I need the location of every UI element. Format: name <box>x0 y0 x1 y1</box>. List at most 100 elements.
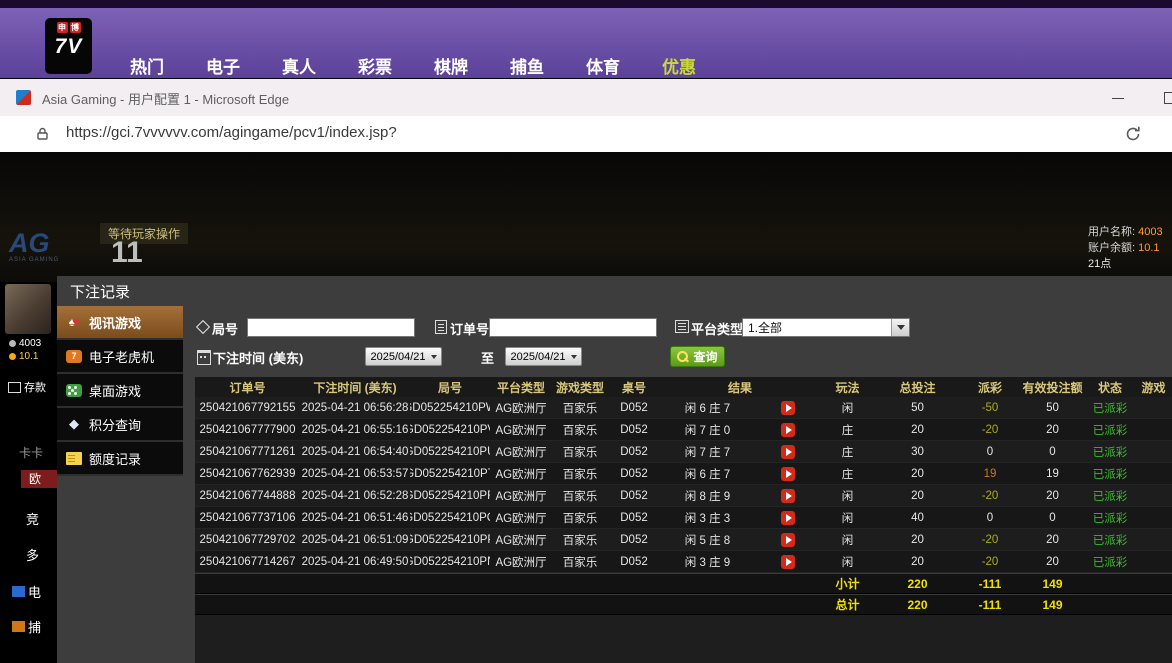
select-dropdown-arrow <box>891 319 909 336</box>
cell-result: 闲 6 庄 7 <box>660 400 755 416</box>
cell-round: GD052254210PV <box>410 424 490 436</box>
cell-table_no: D052 <box>608 556 660 568</box>
round-icon <box>196 320 210 334</box>
sidebar-item[interactable]: 桌面游戏 <box>57 374 183 408</box>
cell-time: 2025-04-21 06:49:50 <box>300 556 410 568</box>
rail-hall-tab[interactable]: 欧 <box>21 470 57 488</box>
nav-item[interactable]: 电子 <box>206 53 240 78</box>
play-icon[interactable] <box>781 445 795 459</box>
nav-item[interactable]: 热门 <box>130 53 164 78</box>
nav-item[interactable]: 真人 <box>282 53 316 78</box>
sidebar-item-label: 电子老虎机 <box>89 347 154 366</box>
total-row: 总计 220 -111 149 <box>195 594 1172 615</box>
play-icon[interactable] <box>781 533 795 547</box>
play-icon[interactable] <box>781 401 795 415</box>
maximize-button[interactable] <box>1164 92 1172 104</box>
cell-bet: 20 <box>875 490 960 502</box>
cell-bet: 20 <box>875 468 960 480</box>
cell-play_icon <box>755 511 820 525</box>
cell-valid: 50 <box>1020 402 1085 414</box>
nav-item[interactable]: 体育 <box>586 53 620 78</box>
sidebar-item[interactable]: ♠♥视讯游戏 <box>57 306 183 340</box>
balance-line: 账户余额: 10.1 <box>1088 240 1172 256</box>
cell-table_no: D052 <box>608 402 660 414</box>
cell-status: 已派彩 <box>1085 510 1135 526</box>
ledger-icon <box>66 452 82 465</box>
rail-deposit-label: 存款 <box>24 379 46 395</box>
rail-menu-duo[interactable]: 多 <box>26 545 39 564</box>
cell-payout: -20 <box>960 556 1020 568</box>
play-icon[interactable] <box>781 511 795 525</box>
cell-platform: AG欧洲厅 <box>490 532 552 548</box>
rail-menu-bu[interactable]: 捕 <box>12 617 41 636</box>
column-header: 下注时间 (美东) <box>300 379 410 396</box>
cell-valid: 20 <box>1020 424 1085 436</box>
cell-payout: 0 <box>960 446 1020 458</box>
cell-table_no: D052 <box>608 534 660 546</box>
search-button[interactable]: 查询 <box>670 346 725 367</box>
table-row: 2504210677297022025-04-21 06:51:09GD0522… <box>195 529 1172 551</box>
rail-deposit-button[interactable]: 存款 <box>8 379 46 395</box>
window-title: Asia Gaming - 用户配置 1 - Microsoft Edge <box>42 89 289 108</box>
order-input[interactable] <box>489 318 657 337</box>
nav-item[interactable]: 棋牌 <box>434 53 468 78</box>
cell-order: 250421067737106 <box>195 512 300 524</box>
round-input[interactable] <box>247 318 415 337</box>
lock-icon[interactable] <box>36 126 49 146</box>
column-header: 局号 <box>410 379 490 396</box>
calendar-icon <box>197 350 211 365</box>
cell-game_type: 百家乐 <box>552 554 608 570</box>
play-icon[interactable] <box>781 423 795 437</box>
date-to-picker[interactable]: 2025/04/21 <box>505 347 582 366</box>
nav-item[interactable]: 彩票 <box>358 53 392 78</box>
cell-platform: AG欧洲厅 <box>490 466 552 482</box>
play-icon[interactable] <box>781 489 795 503</box>
date-from-picker[interactable]: 2025/04/21 <box>365 347 442 366</box>
refresh-icon[interactable] <box>1124 125 1142 148</box>
sidebar-item[interactable]: 7电子老虎机 <box>57 340 183 374</box>
avatar[interactable] <box>5 284 51 334</box>
play-icon[interactable] <box>781 467 795 481</box>
rail-account: 4003 <box>9 338 41 349</box>
cell-game_type: 百家乐 <box>552 532 608 548</box>
play-icon[interactable] <box>781 555 795 569</box>
site-logo[interactable]: 申 博 7V <box>45 18 92 74</box>
order-icon <box>435 320 447 334</box>
cell-platform: AG欧洲厅 <box>490 554 552 570</box>
cell-time: 2025-04-21 06:53:57 <box>300 468 410 480</box>
nav-item[interactable]: 捕鱼 <box>510 53 544 78</box>
cell-payout: -20 <box>960 490 1020 502</box>
table-row: 2504210677142672025-04-21 06:49:50GD0522… <box>195 551 1172 573</box>
url-text[interactable]: https://gci.7vvvvvv.com/agingame/pcv1/in… <box>66 124 397 141</box>
nav-item[interactable]: 优惠 <box>662 53 696 78</box>
cell-bet: 40 <box>875 512 960 524</box>
cell-bet: 50 <box>875 402 960 414</box>
cell-valid: 19 <box>1020 468 1085 480</box>
platform-select[interactable]: 1.全部 <box>742 318 910 337</box>
rail-menu-dian[interactable]: 电 <box>12 582 41 601</box>
cell-order: 250421067729702 <box>195 534 300 546</box>
cell-valid: 20 <box>1020 534 1085 546</box>
cell-order: 250421067762939 <box>195 468 300 480</box>
cell-table_no: D052 <box>608 468 660 480</box>
balance-label: 账户余额: <box>1088 242 1135 254</box>
ag-logo-text: AG <box>9 229 59 257</box>
date-to-value: 2025/04/21 <box>510 351 565 363</box>
column-header: 结果 <box>660 379 820 396</box>
cell-bet: 20 <box>875 556 960 568</box>
cell-valid: 20 <box>1020 556 1085 568</box>
sidebar-item[interactable]: ◆积分查询 <box>57 408 183 442</box>
logo-badge-bo: 博 <box>70 22 81 33</box>
game-background <box>0 152 1172 282</box>
column-header: 平台类型 <box>490 379 552 396</box>
minimize-button[interactable] <box>1106 87 1130 109</box>
subtotal-row: 小计 220 -111 149 <box>195 573 1172 594</box>
total-valid: 149 <box>1020 598 1085 612</box>
cell-play_icon <box>755 467 820 481</box>
cell-play_icon <box>755 533 820 547</box>
bet-time-label: 下注时间 (美东) <box>213 348 303 367</box>
screen: 申 博 7V 热门 电子 真人 彩票 棋牌 捕鱼 体育 优惠 Asia Gaming - 用户… <box>0 0 1172 663</box>
cell-valid: 0 <box>1020 512 1085 524</box>
rail-menu-jing[interactable]: 竞 <box>26 509 39 528</box>
sidebar-item[interactable]: 额度记录 <box>57 442 183 476</box>
